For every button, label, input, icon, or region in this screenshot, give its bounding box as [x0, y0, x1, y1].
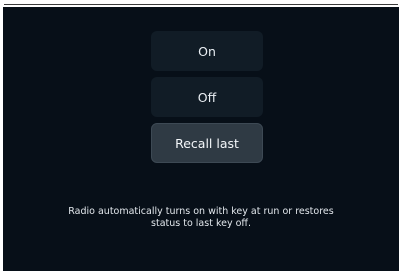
description-line-1: Radio automatically turns on with key at… [68, 206, 334, 217]
setting-description: Radio automatically turns on with key at… [3, 206, 399, 229]
radio-power-settings-screen: On Off Recall last Radio automatically t… [3, 7, 399, 271]
option-off-label: Off [197, 89, 217, 105]
option-on-button[interactable]: On [151, 31, 263, 71]
description-line-2: status to last key off. [151, 217, 251, 229]
top-divider [4, 4, 398, 5]
option-recall-last-label: Recall last [175, 135, 239, 151]
option-on-label: On [198, 43, 216, 59]
option-off-button[interactable]: Off [151, 77, 263, 117]
option-recall-last-button[interactable]: Recall last [151, 123, 263, 163]
